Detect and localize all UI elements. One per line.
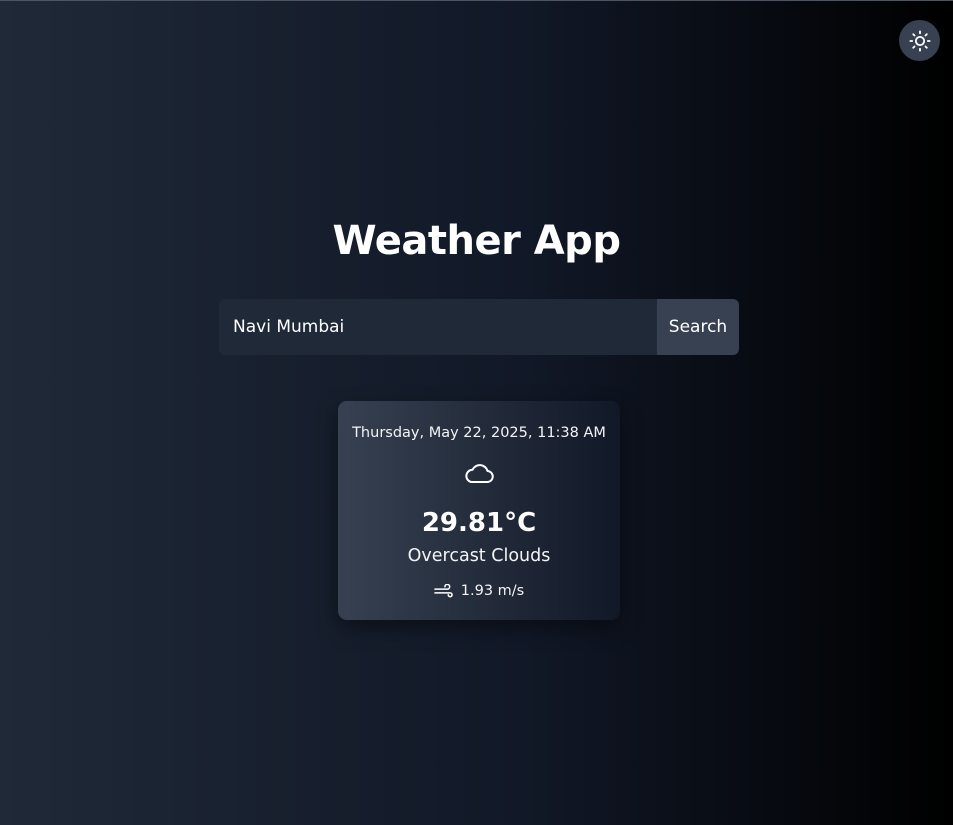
sun-icon: [908, 29, 931, 52]
weather-card: Thursday, May 22, 2025, 11:38 AM 29.81°C…: [338, 401, 620, 620]
search-bar: Search: [219, 299, 739, 355]
wind-icon: [433, 584, 453, 598]
cloud-icon: [465, 464, 494, 483]
top-border: [0, 0, 953, 1]
search-button[interactable]: Search: [657, 299, 739, 355]
search-input[interactable]: [219, 299, 657, 355]
page-title: Weather App: [332, 218, 621, 264]
weather-datetime: Thursday, May 22, 2025, 11:38 AM: [352, 425, 606, 441]
wind-info: 1.93 m/s: [338, 581, 620, 601]
weather-description: Overcast Clouds: [407, 546, 551, 566]
theme-toggle-button[interactable]: [899, 20, 940, 61]
wind-speed: 1.93 m/s: [460, 583, 525, 599]
temperature-value: 29.81°C: [421, 508, 537, 538]
